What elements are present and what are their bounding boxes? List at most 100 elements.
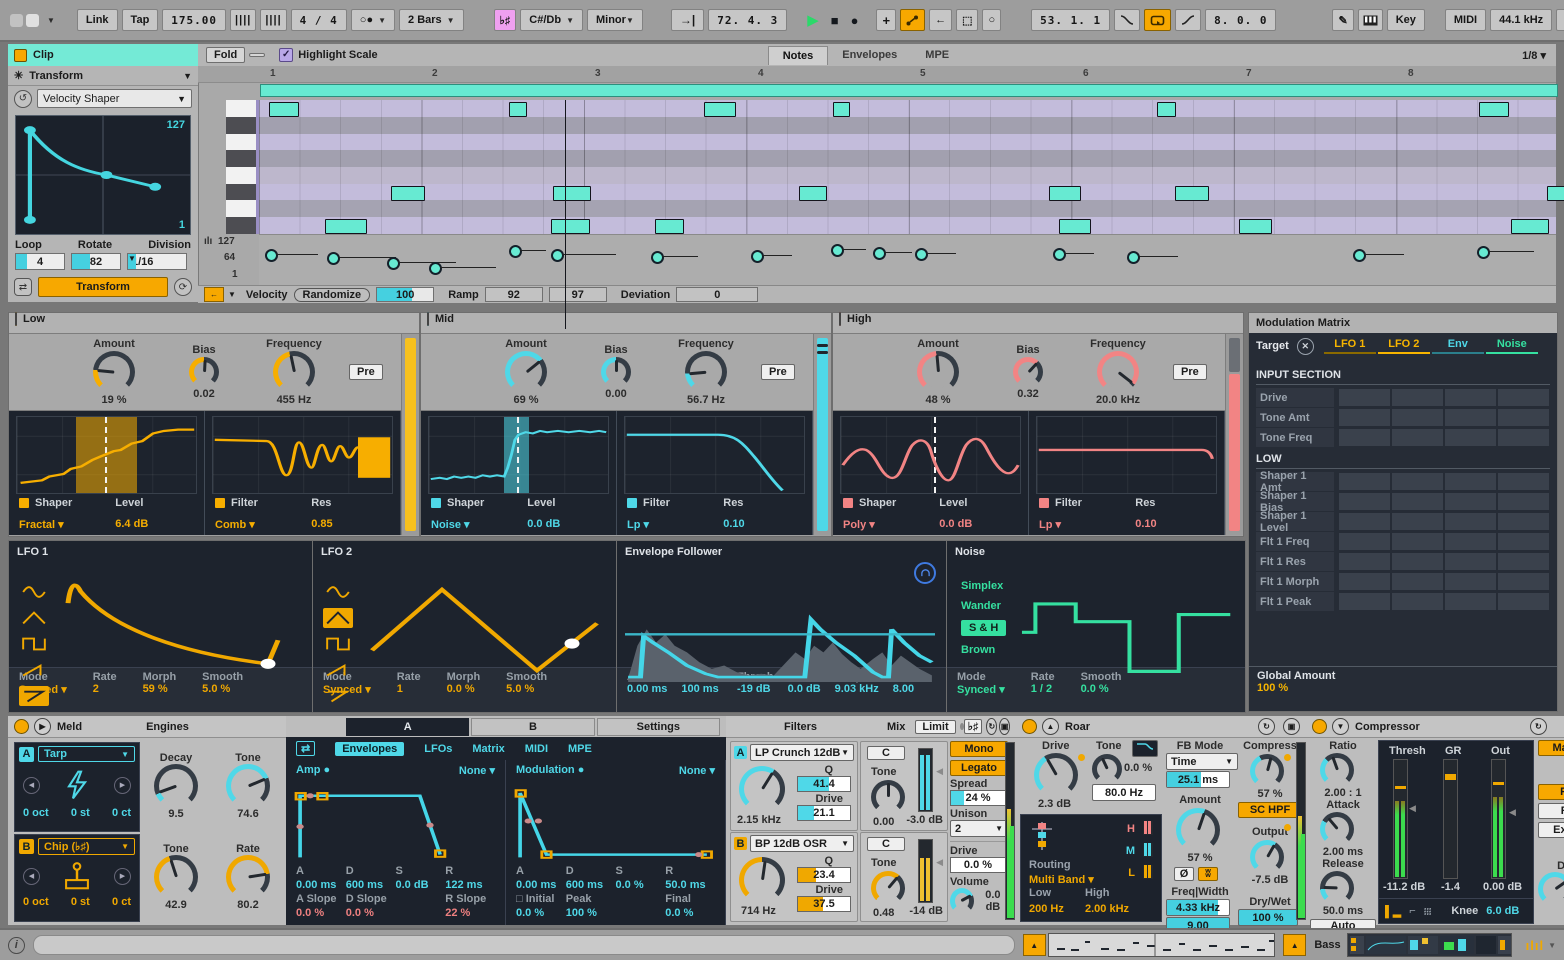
matrix-cell[interactable] bbox=[1444, 552, 1497, 571]
matrix-cell[interactable] bbox=[1391, 472, 1444, 491]
rate-value[interactable]: 1 bbox=[397, 683, 421, 695]
oct-value[interactable]: 0 oct bbox=[23, 807, 49, 819]
chevron-down-icon[interactable]: ▼ bbox=[47, 16, 55, 25]
mono-button[interactable]: Mono bbox=[950, 741, 1008, 757]
velocity-marker[interactable] bbox=[1477, 246, 1490, 259]
collapse-icon[interactable]: ▼ bbox=[1332, 718, 1349, 735]
amount-knob[interactable] bbox=[917, 351, 959, 393]
matrix-cell[interactable] bbox=[1444, 572, 1497, 591]
matrix-cell[interactable] bbox=[1391, 592, 1444, 611]
matrix-row-label[interactable]: Flt 1 Freq bbox=[1256, 532, 1334, 551]
r-slope-value[interactable]: 22 % bbox=[445, 907, 495, 919]
matrix-row-label[interactable]: Shaper 1 Amt bbox=[1256, 472, 1334, 491]
shaper-display[interactable]: Shaper Level Fractal ▾ 6.4 dB bbox=[9, 411, 205, 535]
shaper-type-menu[interactable]: Noise ▾ bbox=[431, 518, 527, 531]
midi-note[interactable] bbox=[1547, 186, 1564, 201]
midi-note[interactable] bbox=[1157, 102, 1176, 117]
rate-value[interactable]: 1 / 2 bbox=[1031, 683, 1055, 695]
velocity-marker[interactable] bbox=[915, 248, 928, 261]
mix-b-c-button[interactable]: C bbox=[867, 837, 905, 851]
matrix-cell[interactable] bbox=[1444, 532, 1497, 551]
fb-time-field[interactable]: 25.1 ms bbox=[1166, 771, 1230, 788]
compress-knob[interactable] bbox=[1250, 754, 1284, 788]
matrix-cell[interactable] bbox=[1497, 408, 1550, 427]
matrix-header[interactable]: Modulation Matrix bbox=[1249, 313, 1557, 333]
device-title[interactable]: Meld bbox=[57, 721, 82, 733]
chevron-down-icon[interactable]: ▼ bbox=[183, 71, 192, 81]
square-icon[interactable] bbox=[19, 634, 49, 654]
matrix-cell[interactable] bbox=[1497, 388, 1550, 407]
fb-listen-button[interactable]: ʬ bbox=[1198, 867, 1218, 881]
band-activator[interactable] bbox=[15, 312, 17, 326]
legato-button[interactable]: Legato bbox=[950, 760, 1008, 776]
saw-down-icon[interactable] bbox=[323, 686, 353, 706]
subtab-midi[interactable]: MIDI bbox=[525, 743, 548, 755]
window-icon-2[interactable] bbox=[26, 14, 39, 27]
midi-note[interactable] bbox=[269, 102, 299, 117]
d-slope-value[interactable]: 0.0 % bbox=[346, 907, 396, 919]
res-value[interactable]: 0.85 bbox=[311, 518, 390, 531]
midi-map-button[interactable]: MIDI bbox=[1445, 9, 1486, 31]
piano-keys[interactable] bbox=[226, 100, 259, 234]
shaper-activator[interactable] bbox=[431, 498, 441, 508]
global-amount-value[interactable]: 100 % bbox=[1257, 682, 1549, 694]
automation-mode-button[interactable] bbox=[900, 9, 925, 31]
subtab-mpe[interactable]: MPE bbox=[568, 743, 592, 755]
level-value[interactable]: 6.4 dB bbox=[115, 518, 194, 531]
band-mid-header[interactable]: Mid bbox=[421, 313, 831, 334]
amount-knob[interactable] bbox=[1176, 808, 1220, 852]
filter-a-q-field[interactable]: 41.4 bbox=[797, 776, 851, 792]
loop-length-field[interactable]: 8. 0. 0 bbox=[1205, 9, 1276, 31]
punch-in-icon[interactable] bbox=[1114, 9, 1140, 31]
clip-activator[interactable] bbox=[14, 49, 27, 62]
tab-b[interactable]: B bbox=[471, 718, 594, 736]
mix-a-tone-knob[interactable] bbox=[871, 780, 905, 814]
midi-note[interactable] bbox=[551, 219, 590, 234]
matrix-cell[interactable] bbox=[1338, 532, 1391, 551]
ramp-start-field[interactable]: 92 bbox=[485, 287, 543, 302]
filter-display[interactable]: Filter Res Lp ▾ 0.10 bbox=[617, 411, 813, 535]
expand-button[interactable]: Expand bbox=[1538, 822, 1564, 838]
amount-knob[interactable] bbox=[93, 351, 135, 393]
lfo1-waveform[interactable] bbox=[53, 566, 303, 684]
matrix-cell[interactable] bbox=[1338, 428, 1391, 447]
volume-knob[interactable] bbox=[950, 888, 974, 914]
noise-type-brown[interactable]: Brown bbox=[961, 644, 1006, 656]
filter-a-tag[interactable]: A bbox=[734, 746, 747, 759]
hot-swap-icon[interactable]: ↻ bbox=[986, 718, 997, 735]
track-name[interactable]: Bass bbox=[1314, 939, 1340, 951]
freq-value[interactable]: 9.03 kHz bbox=[835, 683, 879, 695]
filter-a-drive-field[interactable]: 21.1 bbox=[797, 805, 851, 821]
prev-engine-icon[interactable]: ◀ bbox=[23, 777, 40, 794]
s-value[interactable]: 0.0 % bbox=[616, 879, 666, 891]
midi-note[interactable] bbox=[799, 186, 827, 201]
release-value[interactable]: 100 ms bbox=[681, 683, 723, 695]
matrix-cell[interactable] bbox=[1338, 572, 1391, 591]
matrix-cell[interactable] bbox=[1497, 592, 1550, 611]
bias-knob[interactable] bbox=[189, 357, 219, 387]
engine-b-tag[interactable]: B bbox=[19, 839, 34, 854]
attack-knob[interactable] bbox=[1320, 812, 1354, 846]
band-high-header[interactable]: High bbox=[833, 313, 1243, 334]
thresh-meter[interactable] bbox=[1393, 759, 1408, 879]
envelope-follower-display[interactable] bbox=[625, 580, 935, 682]
mix-a-level-handle[interactable]: ◀ bbox=[936, 766, 943, 777]
width-value[interactable]: 8.00 bbox=[893, 683, 923, 695]
play-button[interactable]: ▶ bbox=[807, 11, 819, 29]
matrix-cell[interactable] bbox=[1497, 572, 1550, 591]
clip-mini-preview[interactable] bbox=[1048, 933, 1275, 957]
matrix-cell[interactable] bbox=[1444, 428, 1497, 447]
grid-setting-label[interactable]: 1/8 ▾ bbox=[1522, 49, 1546, 62]
hot-swap-icon[interactable]: ↻ bbox=[1530, 718, 1547, 735]
expand-icon[interactable]: ▶ bbox=[34, 718, 51, 735]
drive-knob[interactable] bbox=[1034, 753, 1078, 797]
pre-button[interactable]: Pre bbox=[761, 364, 795, 380]
stop-button[interactable]: ■ bbox=[831, 13, 839, 28]
tab-envelopes[interactable]: Envelopes bbox=[828, 46, 911, 64]
st-value[interactable]: 0 st bbox=[71, 896, 90, 908]
tab-a[interactable]: A bbox=[346, 718, 469, 736]
arrangement-position-field[interactable]: 72. 4. 3 bbox=[708, 9, 787, 31]
subtab-lfos[interactable]: LFOs bbox=[424, 743, 452, 755]
device-title[interactable]: Compressor bbox=[1355, 721, 1420, 733]
filter-a-type-menu[interactable]: LP Crunch 12dB▼ bbox=[750, 744, 854, 761]
